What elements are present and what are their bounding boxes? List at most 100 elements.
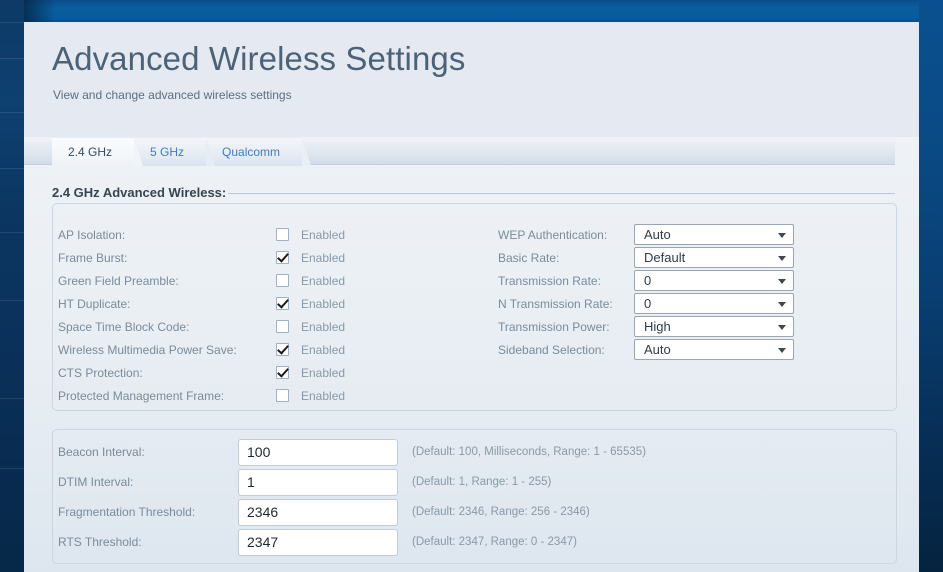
table-row: DTIM Interval: (Default: 1, Range: 1 - 2… xyxy=(58,467,898,497)
fragmentation-threshold-input[interactable] xyxy=(238,499,398,526)
table-row: Transmission Rate: 0 xyxy=(498,269,868,292)
tab-qualcomm[interactable]: Qualcomm xyxy=(206,137,302,166)
section-heading-text: 2.4 GHz Advanced Wireless: xyxy=(52,185,226,200)
field-hint: (Default: 2346, Range: 256 - 2346) xyxy=(412,506,590,518)
tab-2-4-ghz[interactable]: 2.4 GHz xyxy=(52,137,134,166)
page-title: Advanced Wireless Settings xyxy=(52,40,465,78)
top-chrome-band xyxy=(24,0,943,22)
table-row: Beacon Interval: (Default: 100, Millisec… xyxy=(58,437,898,467)
setting-label: HT Duplicate: xyxy=(58,297,276,311)
setting-label: Frame Burst: xyxy=(58,251,276,265)
tab-label: 2.4 GHz xyxy=(68,145,112,159)
wireless-multimedia-power-save-checkbox[interactable] xyxy=(276,343,289,356)
tab-5-ghz[interactable]: 5 GHz xyxy=(134,137,206,166)
setting-label: Basic Rate: xyxy=(498,251,634,265)
table-row: Protected Management Frame: Enabled xyxy=(58,384,388,407)
setting-state-label: Enabled xyxy=(301,343,345,357)
setting-state-label: Enabled xyxy=(301,251,345,265)
ap-isolation-checkbox[interactable] xyxy=(276,228,289,241)
field-hint: (Default: 1, Range: 1 - 255) xyxy=(412,476,551,488)
section-heading-rule xyxy=(228,193,895,194)
settings-page: Advanced Wireless Settings View and chan… xyxy=(24,22,919,572)
chevron-down-icon xyxy=(778,348,786,353)
table-row: HT Duplicate: Enabled xyxy=(58,292,388,315)
threshold-field-column: Beacon Interval: (Default: 100, Millisec… xyxy=(58,437,898,557)
setting-label: Beacon Interval: xyxy=(58,445,238,459)
setting-state-label: Enabled xyxy=(301,228,345,242)
page-header: Advanced Wireless Settings View and chan… xyxy=(24,22,919,137)
chevron-down-icon xyxy=(778,302,786,307)
setting-state-label: Enabled xyxy=(301,389,345,403)
table-row: AP Isolation: Enabled xyxy=(58,223,388,246)
table-row: Space Time Block Code: Enabled xyxy=(58,315,388,338)
page-body: 2.4 GHz 5 GHz Qualcomm 2.4 GHz Advanced … xyxy=(24,137,919,572)
right-chrome-band xyxy=(919,0,943,572)
table-row: CTS Protection: Enabled xyxy=(58,361,388,384)
chevron-down-icon xyxy=(778,233,786,238)
transmission-rate-select[interactable]: 0 xyxy=(634,270,794,291)
chevron-down-icon xyxy=(778,256,786,261)
select-value: High xyxy=(635,319,671,334)
field-hint: (Default: 2347, Range: 0 - 2347) xyxy=(412,536,577,548)
transmission-power-select[interactable]: High xyxy=(634,316,794,337)
select-value: Auto xyxy=(635,342,671,357)
setting-label: WEP Authentication: xyxy=(498,228,634,242)
tab-bar: 2.4 GHz 5 GHz Qualcomm xyxy=(24,137,919,165)
setting-label: Wireless Multimedia Power Save: xyxy=(58,343,276,357)
setting-label: Transmission Rate: xyxy=(498,274,634,288)
setting-label: Sideband Selection: xyxy=(498,343,634,357)
table-row: Transmission Power: High xyxy=(498,315,868,338)
select-value: Auto xyxy=(635,227,671,242)
wep-authentication-select[interactable]: Auto xyxy=(634,224,794,245)
setting-label: Green Field Preamble: xyxy=(58,274,276,288)
table-row: Wireless Multimedia Power Save: Enabled xyxy=(58,338,388,361)
beacon-interval-input[interactable] xyxy=(238,439,398,466)
tab-label: 5 GHz xyxy=(150,145,184,159)
select-value: 0 xyxy=(635,273,651,288)
page-subtitle: View and change advanced wireless settin… xyxy=(53,88,292,102)
ht-duplicate-checkbox[interactable] xyxy=(276,297,289,310)
table-row: Sideband Selection: Auto xyxy=(498,338,868,361)
setting-label: N Transmission Rate: xyxy=(498,297,634,311)
dtim-interval-input[interactable] xyxy=(238,469,398,496)
table-row: Fragmentation Threshold: (Default: 2346,… xyxy=(58,497,898,527)
setting-state-label: Enabled xyxy=(301,297,345,311)
setting-state-label: Enabled xyxy=(301,320,345,334)
n-transmission-rate-select[interactable]: 0 xyxy=(634,293,794,314)
protected-management-frame-checkbox[interactable] xyxy=(276,389,289,402)
sideband-selection-select[interactable]: Auto xyxy=(634,339,794,360)
left-navigation-rail xyxy=(0,0,24,572)
setting-label: CTS Protection: xyxy=(58,366,276,380)
chevron-down-icon xyxy=(778,325,786,330)
cts-protection-checkbox[interactable] xyxy=(276,366,289,379)
setting-label: Space Time Block Code: xyxy=(58,320,276,334)
table-row: Basic Rate: Default xyxy=(498,246,868,269)
rts-threshold-input[interactable] xyxy=(238,529,398,556)
browser-viewport: Advanced Wireless Settings View and chan… xyxy=(0,0,943,572)
table-row: WEP Authentication: Auto xyxy=(498,223,868,246)
table-row: Frame Burst: Enabled xyxy=(58,246,388,269)
setting-label: DTIM Interval: xyxy=(58,475,238,489)
setting-label: Transmission Power: xyxy=(498,320,634,334)
space-time-block-code-checkbox[interactable] xyxy=(276,320,289,333)
tab-label: Qualcomm xyxy=(222,145,280,159)
setting-label: AP Isolation: xyxy=(58,228,276,242)
select-value: 0 xyxy=(635,296,651,311)
table-row: RTS Threshold: (Default: 2347, Range: 0 … xyxy=(58,527,898,557)
section-heading: 2.4 GHz Advanced Wireless: xyxy=(52,185,895,200)
dropdown-column: WEP Authentication: Auto Basic Rate: Def… xyxy=(498,223,868,361)
setting-label: Fragmentation Threshold: xyxy=(58,505,238,519)
tab-list: 2.4 GHz 5 GHz Qualcomm xyxy=(52,137,302,165)
setting-label: RTS Threshold: xyxy=(58,535,238,549)
table-row: Green Field Preamble: Enabled xyxy=(58,269,388,292)
chevron-down-icon xyxy=(778,279,786,284)
setting-state-label: Enabled xyxy=(301,274,345,288)
setting-label: Protected Management Frame: xyxy=(58,389,276,403)
green-field-preamble-checkbox[interactable] xyxy=(276,274,289,287)
checkbox-column: AP Isolation: Enabled Frame Burst: Enabl… xyxy=(58,223,388,407)
field-hint: (Default: 100, Milliseconds, Range: 1 - … xyxy=(412,446,646,458)
frame-burst-checkbox[interactable] xyxy=(276,251,289,264)
select-value: Default xyxy=(635,250,685,265)
basic-rate-select[interactable]: Default xyxy=(634,247,794,268)
table-row: N Transmission Rate: 0 xyxy=(498,292,868,315)
